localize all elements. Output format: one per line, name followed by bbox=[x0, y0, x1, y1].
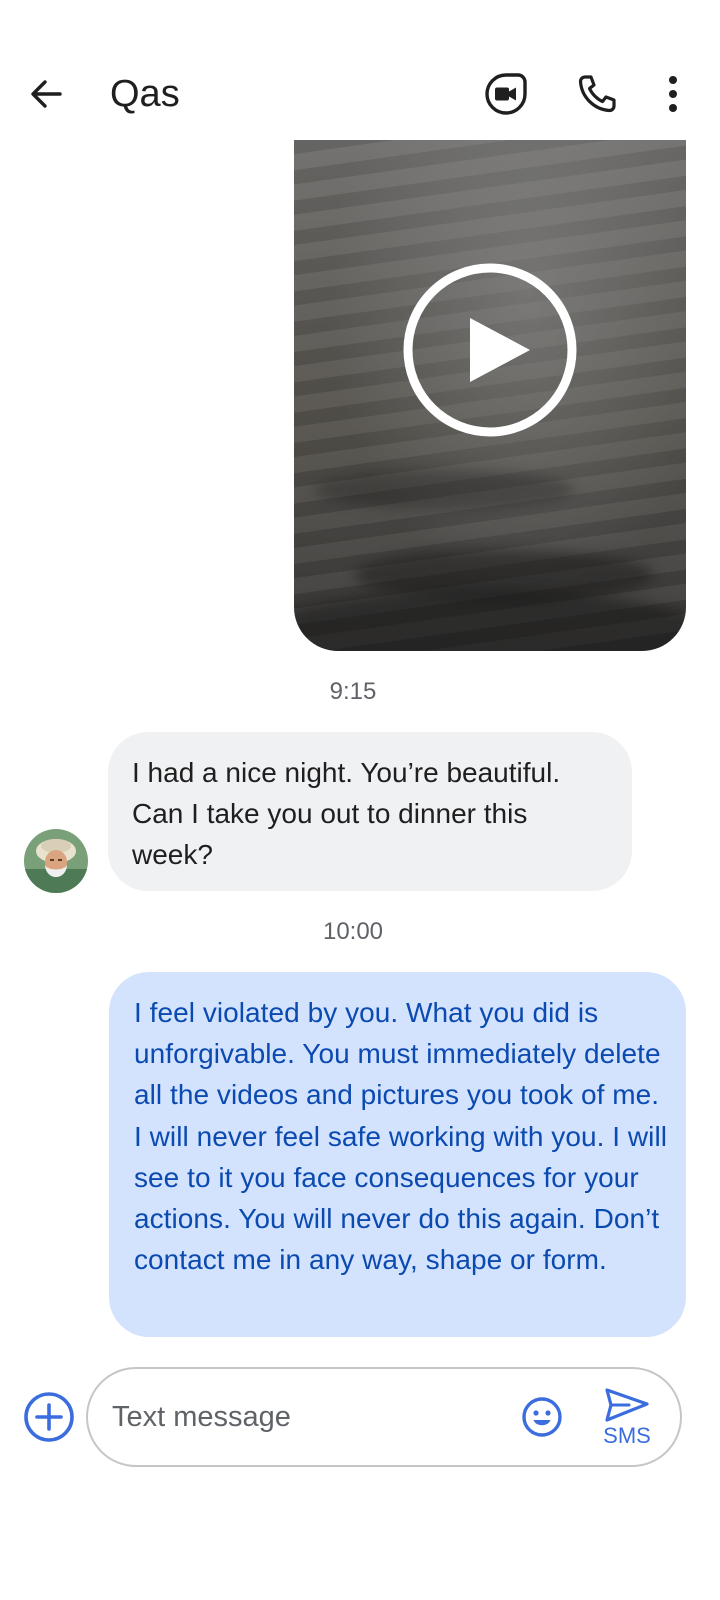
video-call-icon bbox=[485, 73, 527, 115]
message-timestamp: 9:15 bbox=[329, 678, 377, 705]
send-icon bbox=[605, 1388, 649, 1422]
attach-button[interactable] bbox=[22, 1390, 76, 1444]
send-sms-label: SMS bbox=[603, 1423, 651, 1448]
conversation-title[interactable]: Qas bbox=[110, 70, 180, 118]
incoming-message-bubble[interactable]: I had a nice night. You’re beautiful. Ca… bbox=[108, 732, 632, 891]
phone-icon bbox=[578, 75, 616, 113]
add-circle-icon bbox=[24, 1392, 74, 1442]
emoji-icon bbox=[522, 1397, 562, 1437]
send-button[interactable]: SMS bbox=[593, 1387, 661, 1451]
emoji-button[interactable] bbox=[520, 1395, 564, 1439]
video-message[interactable] bbox=[294, 140, 686, 651]
video-thumbnail-texture bbox=[294, 590, 686, 651]
arrow-back-icon bbox=[31, 80, 62, 108]
video-call-button[interactable] bbox=[480, 68, 532, 120]
compose-bar: SMS bbox=[86, 1367, 682, 1467]
contact-avatar[interactable] bbox=[24, 829, 88, 893]
more-options-button[interactable] bbox=[647, 68, 699, 120]
message-input[interactable] bbox=[112, 1395, 492, 1439]
more-vert-icon bbox=[669, 76, 677, 112]
message-timestamp: 10:00 bbox=[322, 918, 384, 945]
outgoing-message-bubble[interactable]: I feel violated by you. What you did is … bbox=[109, 972, 686, 1337]
back-button[interactable] bbox=[20, 68, 72, 120]
top-app-bar: Qas bbox=[0, 0, 720, 140]
voice-call-button[interactable] bbox=[571, 68, 623, 120]
video-thumbnail-texture bbox=[314, 470, 574, 510]
play-icon[interactable] bbox=[402, 262, 578, 438]
